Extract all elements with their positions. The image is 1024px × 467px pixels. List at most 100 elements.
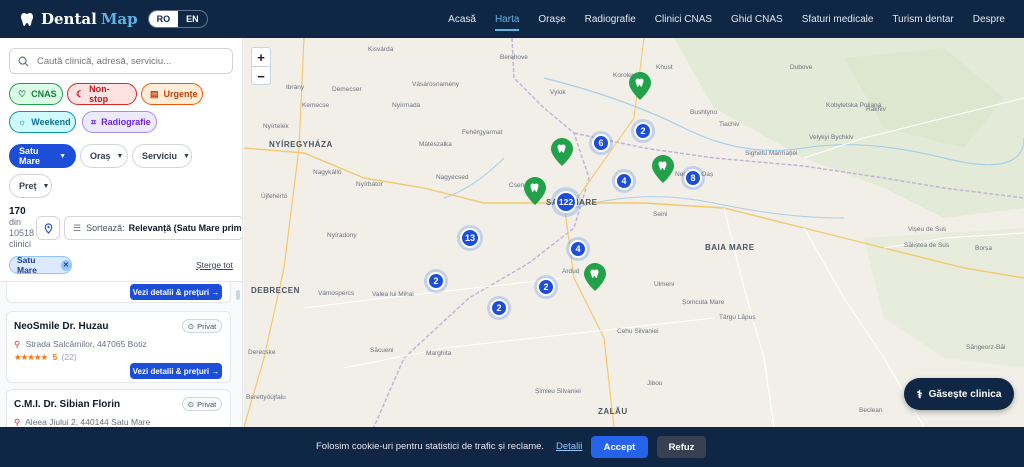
sort-dropdown[interactable]: ☰ Sortează: Relevanță (Satu Mare primele…	[64, 216, 242, 240]
sun-icon: ☼	[18, 117, 27, 127]
clinic-list[interactable]: Vezi detalii & prețuri → NeoSmile Dr. Hu…	[0, 282, 242, 427]
map-view[interactable]: Kisvárda Berehove Khust Dubove Ibrány De…	[244, 38, 1024, 427]
map-cluster[interactable]: 8	[681, 166, 705, 190]
cluster-count: 13	[460, 228, 480, 248]
chip-cnas[interactable]: ♡ CNAS	[9, 83, 63, 105]
nav-harta[interactable]: Harta	[494, 0, 520, 38]
clinic-card[interactable]: NeoSmile Dr. Huzau ⊙ Privat ⚲ Strada Sal…	[6, 311, 231, 383]
cluster-count: 2	[537, 278, 555, 296]
zoom-in-button[interactable]: +	[252, 48, 270, 67]
map-cluster[interactable]: 2	[487, 296, 511, 320]
details-button[interactable]: Vezi detalii & prețuri →	[130, 363, 222, 379]
active-filter-tag: Satu Mare ✕	[9, 255, 72, 275]
chip-radiografie[interactable]: ⌗ Radiografie	[82, 111, 157, 133]
cookie-refuse-button[interactable]: Refuz	[657, 436, 706, 458]
scrollbar-thumb[interactable]	[236, 290, 240, 300]
clinic-name[interactable]: NeoSmile Dr. Huzau	[14, 321, 108, 332]
clinic-address: ⚲ Aleea Jiului 2, 440144 Satu Mare	[14, 417, 150, 427]
chip-weekend[interactable]: ☼ Weekend	[9, 111, 76, 133]
logo[interactable]: Dental Map	[20, 10, 138, 28]
clinic-marker[interactable]	[524, 177, 546, 205]
clinic-card[interactable]: Vezi detalii & prețuri →	[6, 282, 231, 303]
map-place-label: Berettyóújfalu	[246, 394, 286, 401]
map-city-label: BAIA MARE	[705, 243, 755, 252]
clinic-marker[interactable]	[629, 72, 651, 100]
map-place-label: Vásárosnamény	[412, 81, 459, 88]
map-place-label: Újfehértó	[261, 193, 288, 200]
map-place-label: Kemecse	[302, 102, 330, 109]
map-place-label: Ardud	[562, 268, 580, 275]
map-city-label: ZALĂU	[598, 407, 628, 416]
map-place-label: Tiachiv	[719, 121, 740, 128]
chip-nonstop-label: Non-stop	[89, 84, 110, 104]
filter-oras-label: Oraș	[90, 151, 111, 161]
map-place-label: Bushtyno	[690, 109, 718, 116]
nav-turism-dentar[interactable]: Turism dentar	[892, 0, 953, 38]
find-clinic-button[interactable]: ⚕ Găsește clinica	[904, 378, 1014, 410]
review-count: (22)	[61, 352, 77, 362]
map-place-label: Valea lui Mihai	[372, 291, 414, 298]
cookie-details-link[interactable]: Detalii	[556, 441, 582, 452]
map-cluster[interactable]: 2	[534, 275, 558, 299]
cookie-accept-button[interactable]: Accept	[591, 436, 648, 458]
lang-en-button[interactable]: EN	[178, 11, 207, 27]
map-cluster[interactable]: 2	[631, 119, 655, 143]
clinic-card[interactable]: C.M.I. Dr. Sibian Florin ⊙ Privat ⚲ Alee…	[6, 389, 231, 427]
lang-ro-button[interactable]: RO	[148, 11, 179, 27]
nav-despre[interactable]: Despre	[973, 0, 1005, 38]
map-cluster[interactable]: 122	[551, 187, 581, 217]
nav-ghid-cnas[interactable]: Ghid CNAS	[731, 0, 783, 38]
clinic-marker[interactable]	[652, 155, 674, 183]
filter-judet-label: Satu Mare	[19, 146, 41, 166]
chip-nonstop[interactable]: ☾ Non-stop	[67, 83, 137, 105]
map-place-label: Nagykálló	[313, 169, 342, 176]
close-icon[interactable]: ✕	[60, 259, 71, 271]
locate-me-button[interactable]	[36, 216, 60, 240]
result-count-number: 170	[9, 206, 26, 217]
ambulance-icon: ▤	[150, 88, 159, 99]
cookie-banner: Folosim cookie-uri pentru statistici de …	[0, 427, 1024, 467]
nav-acasa[interactable]: Acasă	[448, 0, 476, 38]
nav-orase[interactable]: Orașe	[538, 0, 565, 38]
clear-all-link[interactable]: Șterge tot	[196, 260, 233, 270]
map-place-label: Borșa	[975, 245, 992, 252]
map-place-label: Nyírmada	[392, 102, 421, 109]
chip-urgente[interactable]: ▤ Urgențe	[141, 83, 203, 105]
filter-serviciu-dropdown[interactable]: Serviciu ▼	[132, 144, 192, 168]
map-place-label: Beclean	[859, 407, 883, 414]
clinic-marker[interactable]	[551, 138, 573, 166]
map-place-label: Dubove	[790, 64, 813, 71]
main-nav: Acasă Harta Orașe Radiografie Clinici CN…	[448, 0, 1024, 38]
details-button[interactable]: Vezi detalii & prețuri →	[130, 284, 222, 300]
map-cluster[interactable]: 13	[457, 225, 483, 251]
map-place-label: Jibou	[647, 380, 663, 387]
filter-judet-dropdown[interactable]: Satu Mare ▼	[9, 144, 76, 168]
zoom-out-button[interactable]: −	[252, 67, 270, 86]
map-place-label: Derecske	[248, 349, 276, 356]
filter-oras-dropdown[interactable]: Oraș ▼	[80, 144, 128, 168]
clinic-marker[interactable]	[584, 263, 606, 291]
map-place-label: Kisvárda	[368, 46, 394, 53]
cluster-count: 2	[427, 272, 445, 290]
shield-icon: ⊙	[187, 321, 195, 331]
top-header: Dental Map RO EN Acasă Harta Orașe Radio…	[0, 0, 1024, 38]
map-cluster[interactable]: 2	[424, 269, 448, 293]
map-place-label: Nyíradony	[327, 232, 357, 239]
tooth-icon: ⚕	[916, 388, 923, 401]
filter-pret-dropdown[interactable]: Preț ▼	[9, 174, 52, 198]
map-cluster[interactable]: 6	[589, 131, 613, 155]
cluster-count: 4	[569, 240, 587, 258]
map-cluster[interactable]: 4	[566, 237, 590, 261]
search-input[interactable]	[37, 55, 217, 67]
zoom-control: + −	[251, 47, 271, 85]
search-box[interactable]	[9, 48, 233, 74]
language-switch: RO EN	[147, 10, 208, 28]
nav-clinici-cnas[interactable]: Clinici CNAS	[655, 0, 712, 38]
nav-radiografie[interactable]: Radiografie	[585, 0, 636, 38]
clinic-name[interactable]: C.M.I. Dr. Sibian Florin	[14, 399, 120, 410]
nav-sfaturi-medicale[interactable]: Sfaturi medicale	[802, 0, 874, 38]
map-place-label: Vámospércs	[318, 290, 355, 297]
cluster-count: 2	[634, 122, 652, 140]
result-count-total: 10518	[9, 228, 35, 238]
map-cluster[interactable]: 4	[612, 169, 636, 193]
